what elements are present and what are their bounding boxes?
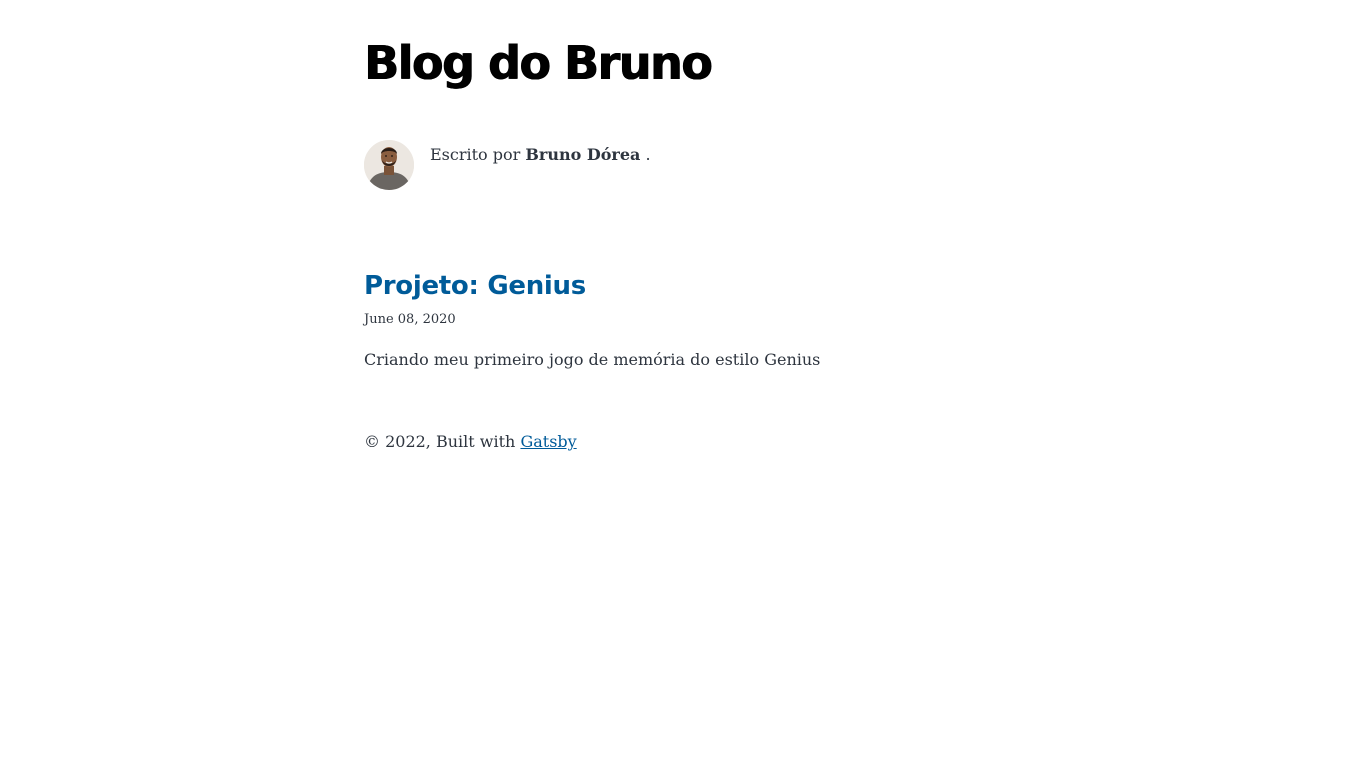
post-date: June 08, 2020 bbox=[364, 312, 456, 327]
footer-copyright: © 2022, Built with bbox=[364, 432, 516, 451]
bio-text: Escrito por Bruno Dórea . bbox=[430, 143, 651, 167]
post-title-link[interactable]: Projeto: Genius bbox=[364, 268, 586, 304]
bio-suffix: . bbox=[645, 145, 651, 164]
site-title-link[interactable]: Blog do Bruno bbox=[364, 36, 713, 90]
author-avatar-photo bbox=[364, 140, 414, 190]
post-description: Criando meu primeiro jogo de memória do … bbox=[364, 350, 821, 369]
author-avatar bbox=[364, 140, 414, 190]
post-item: Projeto: Genius June 08, 2020 Criando me… bbox=[364, 268, 984, 369]
bio-prefix: Escrito por bbox=[430, 145, 521, 164]
site-title: Blog do Bruno bbox=[364, 36, 713, 90]
site-footer: © 2022, Built with Gatsby bbox=[364, 432, 577, 451]
gatsby-link[interactable]: Gatsby bbox=[520, 432, 576, 451]
author-name: Bruno Dórea bbox=[525, 145, 641, 164]
page: Blog do Bruno Escrito por Bruno Dórea . … bbox=[0, 0, 1360, 768]
author-bio: Escrito por Bruno Dórea . bbox=[364, 140, 964, 192]
